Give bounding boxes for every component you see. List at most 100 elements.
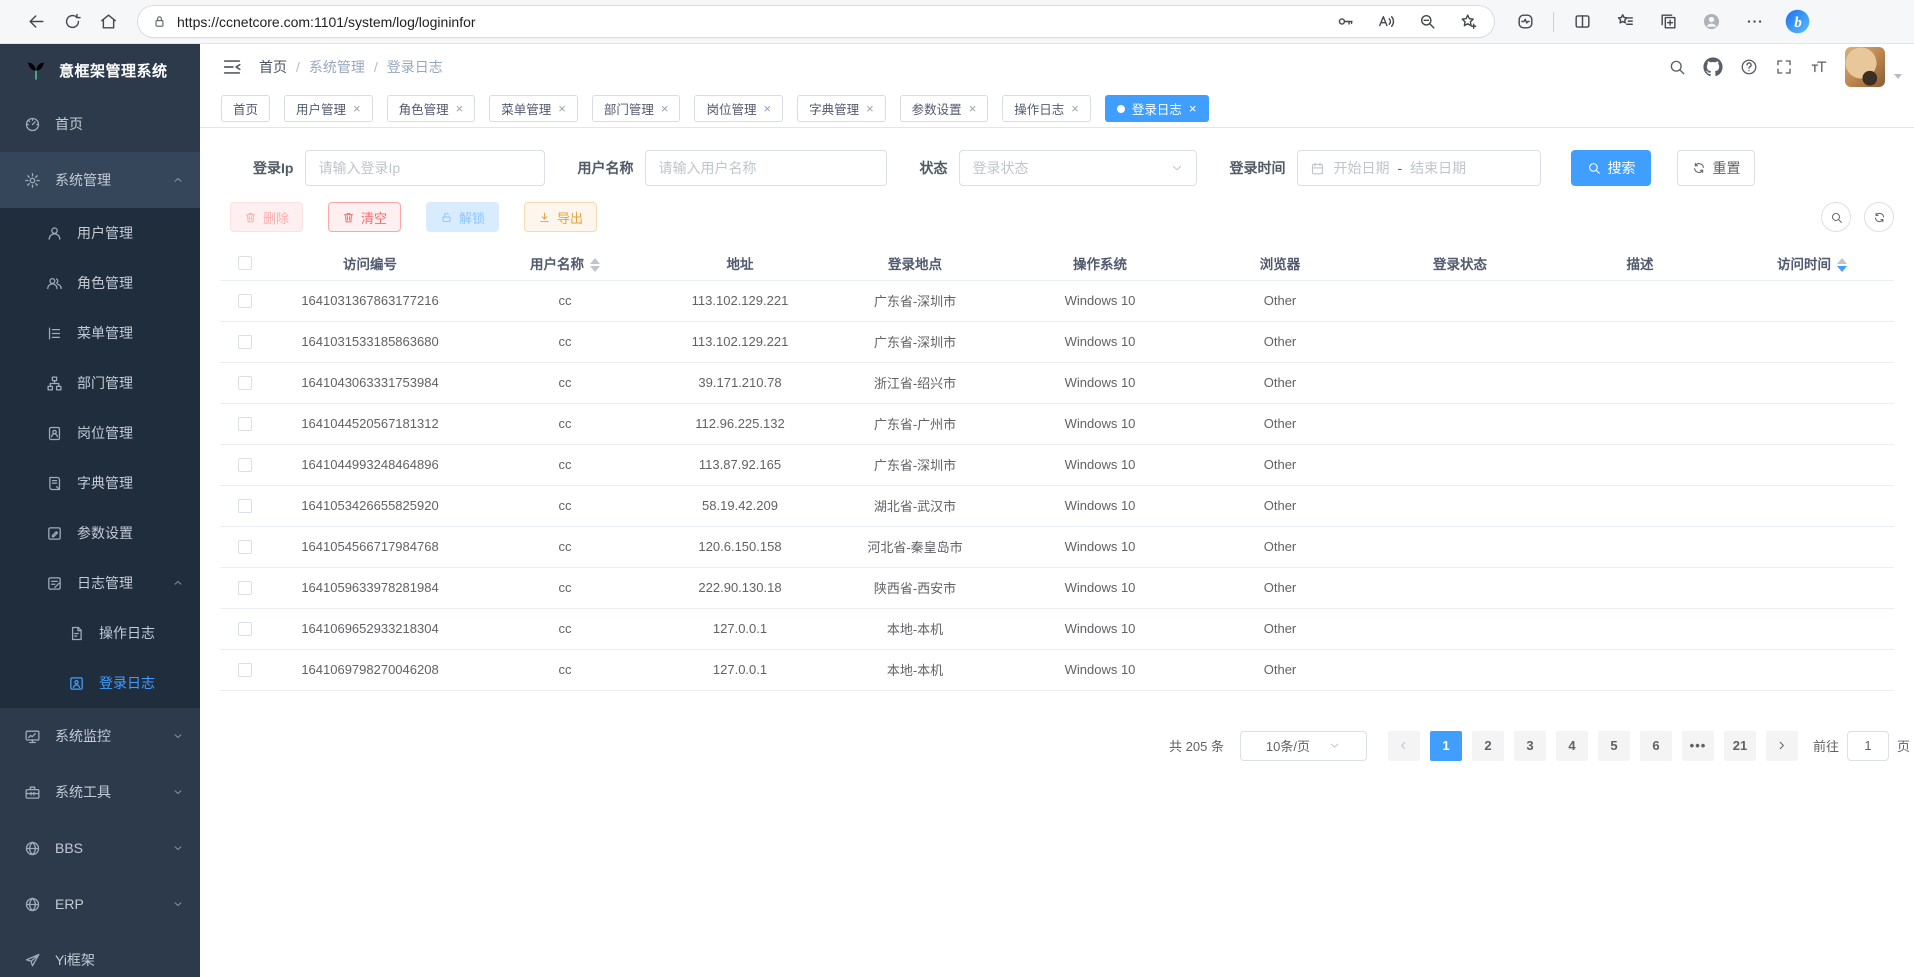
sort-control[interactable]	[590, 258, 600, 272]
page-size-select[interactable]: 10条/页	[1240, 731, 1367, 761]
sidebar-item-Yi框架[interactable]: Yi框架	[0, 932, 200, 977]
row-checkbox[interactable]	[238, 294, 252, 308]
avatar-caret-icon[interactable]	[1894, 74, 1902, 79]
tab-菜单管理[interactable]: 菜单管理×	[489, 95, 578, 122]
tab-参数设置[interactable]: 参数设置×	[900, 95, 989, 122]
tab-角色管理[interactable]: 角色管理×	[387, 95, 476, 122]
page-button-21[interactable]: 21	[1724, 731, 1756, 761]
favorite-add-icon[interactable]	[1452, 5, 1484, 39]
collections-icon[interactable]	[1653, 5, 1683, 39]
tab-close-icon[interactable]: ×	[661, 102, 669, 115]
browser-profile-icon[interactable]	[1696, 5, 1726, 39]
sidebar-item-系统管理[interactable]: 系统管理	[0, 152, 200, 208]
tab-close-icon[interactable]: ×	[353, 102, 361, 115]
sidebar-item-ERP[interactable]: ERP	[0, 876, 200, 932]
page-button-2[interactable]: 2	[1472, 731, 1504, 761]
tab-close-icon[interactable]: ×	[763, 102, 771, 115]
tab-字典管理[interactable]: 字典管理×	[797, 95, 886, 122]
row-checkbox[interactable]	[238, 581, 252, 595]
password-key-icon[interactable]	[1329, 5, 1361, 39]
page-button-6[interactable]: 6	[1640, 731, 1672, 761]
read-aloud-icon[interactable]	[1370, 5, 1402, 39]
sidebar-item-字典管理[interactable]: 字典管理	[0, 458, 200, 508]
browser-essentials-icon[interactable]	[1510, 5, 1540, 39]
pagination-ellipsis[interactable]: •••	[1682, 731, 1714, 761]
page-button-3[interactable]: 3	[1514, 731, 1546, 761]
sidebar-item-部门管理[interactable]: 部门管理	[0, 358, 200, 408]
page-button-5[interactable]: 5	[1598, 731, 1630, 761]
sidebar-item-角色管理[interactable]: 角色管理	[0, 258, 200, 308]
tab-部门管理[interactable]: 部门管理×	[592, 95, 681, 122]
export-button[interactable]: 导出	[524, 202, 597, 232]
tab-close-icon[interactable]: ×	[558, 102, 566, 115]
help-icon[interactable]	[1740, 58, 1758, 76]
clear-button[interactable]: 清空	[328, 202, 401, 232]
sidebar-item-BBS[interactable]: BBS	[0, 820, 200, 876]
delete-button[interactable]: 删除	[230, 202, 303, 232]
row-checkbox[interactable]	[238, 335, 252, 349]
page-button-1[interactable]: 1	[1430, 731, 1462, 761]
sidebar-item-菜单管理[interactable]: 菜单管理	[0, 308, 200, 358]
tab-close-icon[interactable]: ×	[1189, 102, 1197, 115]
tab-close-icon[interactable]: ×	[969, 102, 977, 115]
sidebar-item-系统监控[interactable]: 系统监控	[0, 708, 200, 764]
filter-ip-input[interactable]: 请输入登录Ip	[305, 150, 545, 186]
reset-button[interactable]: 重置	[1677, 150, 1755, 186]
row-checkbox[interactable]	[238, 417, 252, 431]
tab-用户管理[interactable]: 用户管理×	[284, 95, 373, 122]
sidebar-item-操作日志[interactable]: 操作日志	[0, 608, 200, 658]
breadcrumb-system[interactable]: 系统管理	[309, 57, 365, 77]
sidebar-item-系统工具[interactable]: 系统工具	[0, 764, 200, 820]
sidebar-item-日志管理[interactable]: 日志管理	[0, 558, 200, 608]
filter-user-input[interactable]: 请输入用户名称	[645, 150, 887, 186]
address-bar[interactable]: https://ccnetcore.com:1101/system/log/lo…	[138, 6, 1494, 37]
tab-close-icon[interactable]: ×	[1071, 102, 1079, 115]
filter-status-select[interactable]: 登录状态	[959, 150, 1197, 186]
sidebar-item-参数设置[interactable]: 参数设置	[0, 508, 200, 558]
goto-page-input[interactable]	[1847, 731, 1889, 761]
browser-home-icon[interactable]	[90, 5, 126, 39]
tab-close-icon[interactable]: ×	[456, 102, 464, 115]
select-all-checkbox[interactable]	[238, 256, 252, 270]
page-button-4[interactable]: 4	[1556, 731, 1588, 761]
row-checkbox[interactable]	[238, 499, 252, 513]
tab-首页[interactable]: 首页	[221, 95, 270, 122]
avatar[interactable]	[1845, 47, 1885, 87]
sidebar-item-首页[interactable]: 首页	[0, 96, 200, 152]
header-search-icon[interactable]	[1668, 58, 1686, 76]
tab-close-icon[interactable]: ×	[866, 102, 874, 115]
filter-daterange-input[interactable]: 开始日期 - 结束日期	[1297, 150, 1541, 186]
browser-back-icon[interactable]	[18, 5, 54, 39]
url-text[interactable]: https://ccnetcore.com:1101/system/log/lo…	[177, 14, 1329, 30]
logo[interactable]: 意框架管理系统	[0, 44, 200, 96]
font-size-icon[interactable]	[1810, 58, 1828, 76]
prev-page-button[interactable]	[1388, 731, 1420, 761]
zoom-out-icon[interactable]	[1411, 5, 1443, 39]
tab-岗位管理[interactable]: 岗位管理×	[694, 95, 783, 122]
tab-登录日志[interactable]: 登录日志×	[1105, 95, 1209, 122]
row-checkbox[interactable]	[238, 458, 252, 472]
search-button[interactable]: 搜索	[1571, 150, 1651, 186]
sidebar-item-登录日志[interactable]: 登录日志	[0, 658, 200, 708]
favorites-hub-icon[interactable]	[1610, 5, 1640, 39]
row-checkbox[interactable]	[238, 540, 252, 554]
tab-操作日志[interactable]: 操作日志×	[1002, 95, 1091, 122]
sidebar-item-用户管理[interactable]: 用户管理	[0, 208, 200, 258]
next-page-button[interactable]	[1766, 731, 1798, 761]
sort-control[interactable]	[1837, 258, 1847, 272]
breadcrumb-home[interactable]: 首页	[259, 57, 287, 77]
table-search-toggle-button[interactable]	[1821, 202, 1851, 232]
fullscreen-icon[interactable]	[1775, 58, 1793, 76]
table-refresh-button[interactable]	[1864, 202, 1894, 232]
column-header-访问时间[interactable]: 访问时间	[1730, 246, 1894, 280]
row-checkbox[interactable]	[238, 663, 252, 677]
column-header-用户名称[interactable]: 用户名称	[470, 246, 660, 280]
row-checkbox[interactable]	[238, 376, 252, 390]
browser-menu-dots-icon[interactable]	[1739, 5, 1769, 39]
copilot-icon[interactable]: b	[1782, 5, 1812, 39]
split-screen-icon[interactable]	[1567, 5, 1597, 39]
sidebar-item-岗位管理[interactable]: 岗位管理	[0, 408, 200, 458]
row-checkbox[interactable]	[238, 622, 252, 636]
unlock-button[interactable]: 解锁	[426, 202, 499, 232]
browser-refresh-icon[interactable]	[54, 5, 90, 39]
